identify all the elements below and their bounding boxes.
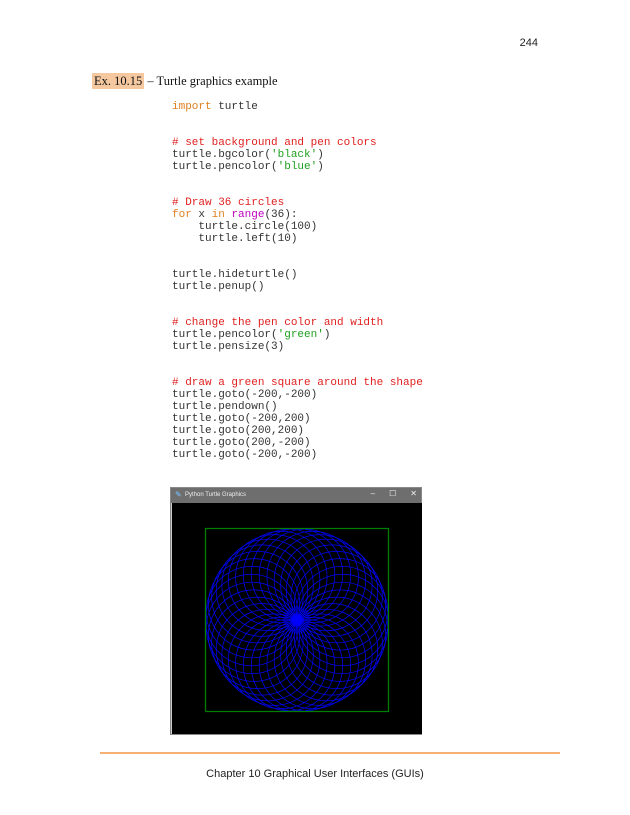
code-token: ) [317, 149, 324, 161]
code-line: turtle.goto(-200,200) [172, 413, 423, 425]
code-token: turtle.goto(-200,200) [172, 413, 311, 425]
turtle-canvas [171, 503, 422, 734]
footer-rule [100, 752, 560, 754]
code-line: turtle.goto(200,-200) [172, 437, 423, 449]
code-line: turtle.goto(-200,-200) [172, 449, 423, 461]
code-line: # set background and pen colors [172, 137, 423, 149]
code-token: 'blue' [277, 161, 318, 173]
code-line: turtle.goto(-200,-200) [172, 389, 423, 401]
turtle-window: ✎ Python Turtle Graphics – ☐ ✕ [170, 487, 422, 735]
code-token: turtle.goto(200,-200) [172, 437, 311, 449]
code-token: (36): [264, 209, 298, 221]
code-token: turtle.pendown() [172, 401, 278, 413]
code-token: turtle.pensize(3) [172, 341, 285, 353]
code-token: # change the pen color and width [172, 317, 384, 329]
code-token: turtle.goto(-200,-200) [172, 389, 318, 401]
code-token: turtle.circle(100) [172, 221, 318, 233]
code-line: # draw a green square around the shape [172, 377, 423, 389]
code-token: in [211, 209, 225, 221]
close-button[interactable]: ✕ [410, 489, 417, 498]
code-token: turtle.hideturtle() [172, 269, 298, 281]
code-token: # Draw 36 circles [172, 197, 285, 209]
code-token: ) [323, 329, 331, 341]
example-label: Ex. 10.15 [92, 73, 145, 89]
code-token: 'green' [277, 329, 324, 341]
code-token: turtle.left(10) [172, 233, 298, 245]
code-line: turtle.penup() [172, 281, 423, 293]
code-token: import [172, 101, 212, 113]
code-listing: import turtle # set background and pen co… [172, 101, 423, 461]
code-line: turtle.left(10) [172, 233, 423, 245]
code-line: # Draw 36 circles [172, 197, 423, 209]
python-feather-icon: ✎ [175, 490, 182, 499]
code-token: x [191, 209, 212, 221]
code-token: turtle.pencolor( [172, 329, 278, 341]
code-line: turtle.circle(100) [172, 221, 423, 233]
code-line: turtle.pensize(3) [172, 341, 423, 353]
code-token: turtle.goto(-200,-200) [172, 449, 318, 461]
example-heading: Ex. 10.15 – Turtle graphics example [92, 73, 278, 89]
footer-chapter-title: Chapter 10 Graphical User Interfaces (GU… [206, 768, 424, 780]
code-line: turtle.goto(200,200) [172, 425, 423, 437]
code-token: turtle.pencolor( [172, 161, 278, 173]
code-token: turtle.goto(200,200) [172, 425, 305, 437]
code-token: turtle.penup() [172, 281, 265, 293]
code-token: turtle [211, 101, 258, 113]
code-line: for x in range(36): [172, 209, 423, 221]
code-line: turtle.pencolor('blue') [172, 161, 423, 173]
window-title: Python Turtle Graphics [185, 492, 247, 498]
code-line: # change the pen color and width [172, 317, 423, 329]
code-token: 'black' [271, 149, 318, 161]
minimize-button[interactable]: – [371, 489, 375, 498]
maximize-button[interactable]: ☐ [389, 489, 396, 498]
code-token: turtle.bgcolor( [172, 149, 272, 161]
turtle-drawing [172, 503, 422, 734]
code-token: # draw a green square around the shape [172, 377, 423, 389]
code-line: turtle.pencolor('green') [172, 329, 423, 341]
code-token: range [231, 209, 265, 221]
code-token: # set background and pen colors [172, 137, 377, 149]
code-line: turtle.hideturtle() [172, 269, 423, 281]
window-titlebar[interactable]: ✎ Python Turtle Graphics – ☐ ✕ [171, 488, 421, 503]
code-token: for [172, 209, 192, 221]
code-line: turtle.bgcolor('black') [172, 149, 423, 161]
code-line: import turtle [172, 101, 423, 113]
page-number: 244 [519, 37, 538, 49]
code-line: turtle.pendown() [172, 401, 423, 413]
example-title: – Turtle graphics example [144, 74, 278, 88]
code-token: ) [317, 161, 324, 173]
